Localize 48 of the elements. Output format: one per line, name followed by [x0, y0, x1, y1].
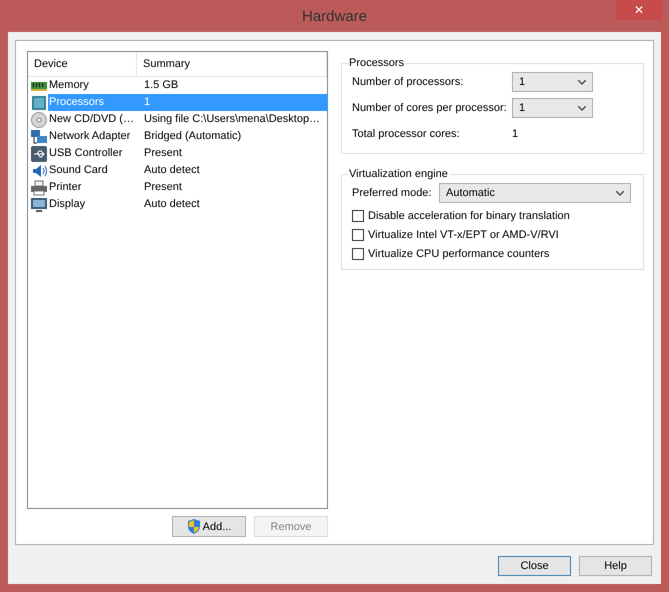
checkbox-label: Disable acceleration for binary translation	[368, 210, 570, 222]
field-label: Total processor cores:	[352, 128, 461, 140]
device-summary: Bridged (Automatic)	[143, 129, 242, 144]
device-name[interactable]: Memory	[48, 77, 140, 94]
total-cores-value: 1	[512, 128, 518, 140]
device-name[interactable]: Printer	[48, 179, 140, 196]
checkbox[interactable]	[352, 210, 364, 222]
device-summary: Present	[143, 180, 183, 195]
device-summary: 1	[140, 94, 328, 111]
add-button[interactable]: Add...	[172, 516, 246, 537]
chip-icon	[31, 94, 47, 110]
monitor-icon	[31, 196, 47, 212]
processors-dropdown[interactable]: 1	[512, 72, 593, 92]
printer-icon	[31, 180, 47, 196]
disc-icon	[31, 112, 47, 128]
mode-dropdown[interactable]: Automatic	[439, 183, 631, 203]
device-summary: Auto detect	[143, 197, 201, 212]
checkbox[interactable]	[352, 228, 364, 240]
cores-dropdown[interactable]: 1	[512, 98, 593, 118]
close-button[interactable]: ✕	[616, 0, 662, 20]
checkbox[interactable]	[352, 248, 364, 260]
close-dialog-button[interactable]: Close	[498, 556, 571, 576]
field-label: Number of processors:	[352, 76, 464, 88]
column-header[interactable]: Device	[28, 52, 137, 76]
checkbox-label: Virtualize Intel VT-x/EPT or AMD-V/RVI	[368, 228, 559, 240]
device-name[interactable]: Sound Card	[48, 162, 140, 179]
network-icon	[31, 128, 47, 144]
caret-icon	[578, 80, 586, 84]
caret-icon	[578, 106, 586, 110]
group-title: Processors	[348, 57, 406, 69]
device-name[interactable]: USB Controller	[48, 145, 140, 162]
group-title: Virtualization engine	[348, 168, 449, 180]
device-summary: 1.5 GB	[143, 78, 180, 93]
usb-icon	[31, 146, 47, 162]
speaker-icon	[31, 162, 47, 178]
field-label: Number of cores per processor:	[352, 102, 508, 114]
help-button[interactable]: Help	[579, 556, 652, 576]
column-header[interactable]: Summary	[137, 52, 327, 76]
field-label: Preferred mode:	[352, 187, 432, 199]
window-title: Hardware	[302, 8, 368, 24]
device-name[interactable]: Display	[48, 196, 140, 213]
device-name[interactable]: Network Adapter	[48, 128, 140, 145]
caret-icon	[616, 190, 624, 196]
checkbox-label: Virtualize CPU performance counters	[368, 248, 550, 260]
device-summary: Auto detect	[143, 163, 201, 178]
device-summary: Using file C:\Users\mena\Desktop…	[143, 112, 322, 127]
device-name[interactable]: New CD/DVD (…	[48, 111, 140, 128]
device-summary: Present	[143, 146, 183, 161]
